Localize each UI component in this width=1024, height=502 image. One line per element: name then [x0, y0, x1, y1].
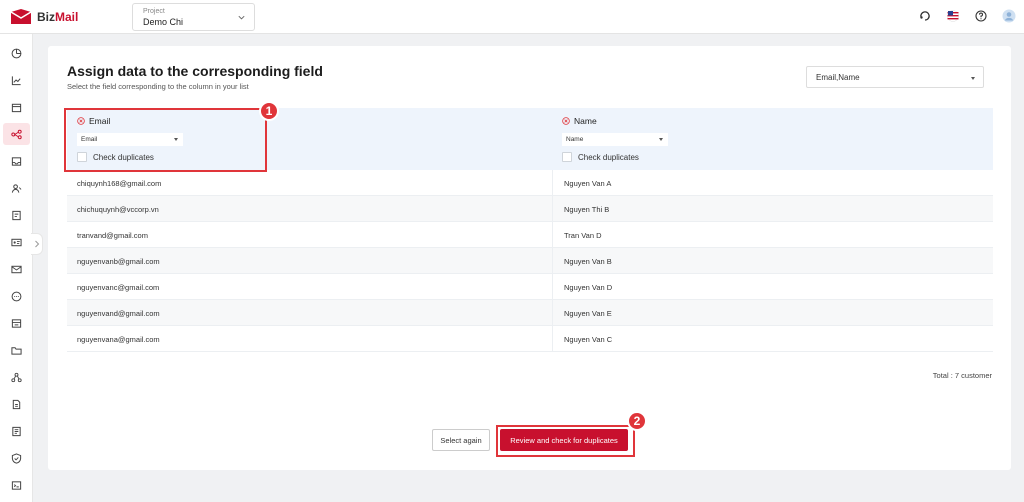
- id-card-icon[interactable]: [3, 231, 30, 253]
- field-select-value: Name: [566, 136, 584, 143]
- table-row: chichuquynh@vccorp.vn Nguyen Thi B: [67, 196, 993, 222]
- table-row: tranvand@gmail.com Tran Van D: [67, 222, 993, 248]
- bizmail-logo[interactable]: BizMail: [10, 8, 78, 25]
- page-title: Assign data to the corresponding field: [67, 63, 323, 79]
- dashboard-icon[interactable]: [3, 42, 30, 64]
- annotation-badge-2: 2: [627, 411, 647, 431]
- file-icon[interactable]: [3, 393, 30, 415]
- name-cell: Nguyen Van E: [564, 309, 612, 318]
- top-bar: BizMail Project Demo Chi: [0, 0, 1024, 34]
- chart-icon[interactable]: [3, 69, 30, 91]
- annotation-highlight-2: [496, 425, 635, 457]
- mail-icon[interactable]: [3, 258, 30, 280]
- name-cell: Tran Van D: [564, 231, 602, 240]
- annotation-badge-1: 1: [259, 101, 279, 121]
- sidebar-toggle-button[interactable]: [31, 233, 43, 255]
- page-subtitle: Select the field corresponding to the co…: [67, 82, 249, 91]
- us-flag-icon[interactable]: [946, 9, 960, 23]
- name-check-duplicates[interactable]: Check duplicates: [562, 152, 639, 162]
- name-field-select[interactable]: Name: [562, 133, 668, 146]
- table-row: nguyenvand@gmail.com Nguyen Van E: [67, 300, 993, 326]
- check-duplicates-label: Check duplicates: [578, 152, 639, 162]
- avatar[interactable]: [1002, 9, 1016, 23]
- table-row: nguyenvanc@gmail.com Nguyen Van D: [67, 274, 993, 300]
- caret-down-icon: [971, 77, 975, 80]
- fields-select[interactable]: Email,Name: [806, 66, 984, 88]
- logo-envelope-icon: [10, 9, 32, 24]
- table-row: nguyenvana@gmail.com Nguyen Van C: [67, 326, 993, 352]
- email-cell: tranvand@gmail.com: [77, 231, 148, 240]
- email-cell: nguyenvana@gmail.com: [77, 335, 160, 344]
- support-icon[interactable]: [918, 9, 932, 23]
- email-cell: nguyenvanb@gmail.com: [77, 257, 160, 266]
- annotation-highlight-1: [64, 108, 267, 172]
- column-name: Name: [574, 116, 597, 126]
- remove-column-icon[interactable]: [562, 117, 570, 125]
- brand-text-accent: Mail: [55, 9, 79, 24]
- name-cell: Nguyen Thi B: [564, 205, 610, 214]
- project-select[interactable]: Project Demo Chi: [132, 3, 255, 31]
- network-icon[interactable]: [3, 366, 30, 388]
- select-again-button[interactable]: Select again: [432, 429, 490, 451]
- name-cell: Nguyen Van A: [564, 179, 612, 188]
- checkbox[interactable]: [562, 152, 572, 162]
- help-icon[interactable]: [974, 9, 988, 23]
- table-row: chiquynh168@gmail.com Nguyen Van A: [67, 170, 993, 196]
- contacts-icon[interactable]: [3, 177, 30, 199]
- fields-select-value: Email,Name: [816, 73, 860, 82]
- brand-text: Biz: [37, 9, 55, 24]
- terminal-icon[interactable]: [3, 474, 30, 496]
- document-icon[interactable]: [3, 420, 30, 442]
- email-cell: chichuquynh@vccorp.vn: [77, 205, 159, 214]
- workflow-icon[interactable]: [3, 123, 30, 145]
- table-row: nguyenvanb@gmail.com Nguyen Van B: [67, 248, 993, 274]
- caret-down-icon: [659, 138, 663, 141]
- chevron-right-icon: [34, 240, 39, 248]
- name-column-header: Name Name Check duplicates: [552, 108, 1015, 170]
- inbox-icon[interactable]: [3, 150, 30, 172]
- total-count: Total : 7 customer: [932, 371, 992, 380]
- form-icon[interactable]: [3, 204, 30, 226]
- name-cell: Nguyen Van C: [564, 335, 613, 344]
- calendar-icon[interactable]: [3, 96, 30, 118]
- email-cell: nguyenvand@gmail.com: [77, 309, 160, 318]
- template-icon[interactable]: [3, 312, 30, 334]
- email-cell: chiquynh168@gmail.com: [77, 179, 162, 188]
- name-cell: Nguyen Van B: [564, 257, 612, 266]
- sidebar: [0, 34, 33, 502]
- chevron-down-icon: [238, 15, 245, 20]
- chat-icon[interactable]: [3, 285, 30, 307]
- folder-icon[interactable]: [3, 339, 30, 361]
- shield-icon[interactable]: [3, 447, 30, 469]
- name-cell: Nguyen Van D: [564, 283, 613, 292]
- email-cell: nguyenvanc@gmail.com: [77, 283, 160, 292]
